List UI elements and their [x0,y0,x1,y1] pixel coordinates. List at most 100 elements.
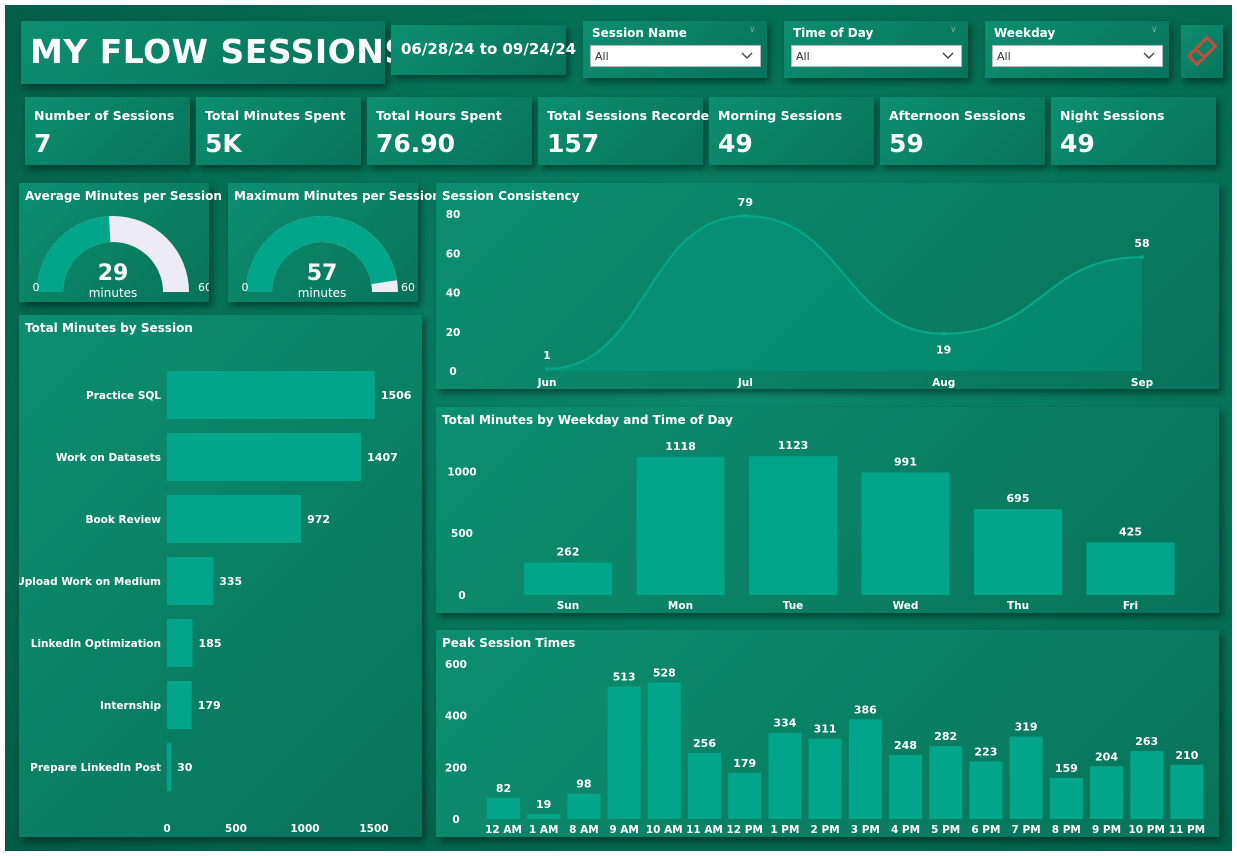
data-label: 98 [576,778,591,791]
data-label: 334 [773,717,796,730]
bar [167,433,362,481]
kpi-label: Total Sessions Recorded [547,108,719,123]
data-label: 19 [536,798,551,811]
data-label: 223 [974,745,997,758]
data-label: 991 [894,456,917,469]
bar [167,681,192,729]
x-tick-label: 4 PM [891,824,920,836]
y-tick-label: 80 [446,209,461,221]
x-tick-label: 1000 [290,823,319,835]
bar [1049,777,1083,819]
x-tick-label: 2 PM [811,824,840,836]
kpi-value: 7 [34,129,52,158]
avg-minutes-gauge-card: Average Minutes per Session 29 minutes 0… [19,183,222,302]
bar [167,495,302,543]
x-tick-label: 0 [163,823,170,835]
time-of-day-dropdown[interactable]: All [791,45,962,67]
data-label: 30 [177,761,193,774]
data-label: 319 [1015,721,1038,734]
slicer-value: All [595,50,609,63]
session-name-dropdown[interactable]: All [590,45,761,67]
category-label: Upload Work on Medium [19,576,161,588]
kpi-label: Total Minutes Spent [205,108,346,123]
kpi-value: 5K [205,129,242,158]
bar [567,793,601,819]
data-label: 513 [613,670,636,683]
x-tick-label: 500 [225,823,247,835]
x-tick-label: 8 PM [1052,824,1081,836]
x-tick-label: 1500 [359,823,388,835]
x-tick-label: 12 PM [726,824,762,836]
eraser-icon [1186,35,1218,67]
x-tick-label: 10 PM [1128,824,1164,836]
x-tick-label: Jun [537,377,557,389]
gauge-unit: minutes [298,286,347,300]
y-tick-label: 600 [445,659,467,671]
bar [647,682,681,819]
bar [167,557,214,605]
chevron-down-icon [741,52,753,59]
max-minutes-gauge-card: Maximum Minutes per Session 57 minutes 0… [228,183,441,302]
bar [636,456,725,595]
y-tick-label: 500 [451,528,473,540]
bar [1090,766,1123,819]
x-tick-label: 11 AM [686,824,723,836]
data-label: 972 [307,513,330,526]
bar [688,752,721,819]
title-card: MY FLOW SESSIONS [21,21,408,84]
kpi-card-minutes: Total Minutes Spent 5K [196,97,361,165]
data-label: 79 [738,196,753,209]
clear-filter-icon[interactable]: ∨ [950,26,960,35]
data-label: 1 [543,349,551,362]
clear-filter-icon[interactable]: ∨ [1151,26,1161,35]
data-label: 179 [733,757,756,770]
category-label: LinkedIn Optimization [31,638,161,650]
y-tick-label: 1000 [447,466,476,478]
data-label: 335 [219,575,242,588]
total-minutes-by-session-card: Total Minutes by Session Practice SQL 150… [19,315,422,837]
kpi-value: 49 [718,129,753,158]
avg-minutes-gauge: 29 minutes 0 60 [33,216,209,300]
y-tick-label: 0 [449,366,456,378]
weekday-dropdown[interactable]: All [992,45,1163,67]
chevron-down-icon [1143,52,1155,59]
y-tick-label: 40 [446,288,461,300]
x-tick-label: Aug [932,377,955,389]
gauge-value: 57 [307,261,338,286]
y-tick-label: 0 [458,590,465,602]
clear-all-filters-button[interactable] [1181,25,1223,78]
x-tick-label: Sep [1131,377,1154,389]
x-tick-label: 11 PM [1169,824,1205,836]
date-range-card: 06/28/24 to 09/24/24 [391,25,576,75]
x-tick-label: 1 PM [770,824,799,836]
session-name-slicer: Session Name ∨ All [583,21,767,78]
area-fill [547,215,1142,371]
clear-filter-icon[interactable]: ∨ [749,26,759,35]
bar [1009,736,1043,819]
total-minutes-by-session-chart: Practice SQL 1506 Work on Datasets 1407 Book… [19,371,412,835]
category-label: Practice SQL [86,390,161,402]
data-label: 58 [1134,237,1149,250]
chevron-down-icon [942,52,954,59]
bar [1170,764,1204,819]
bar [167,743,172,791]
data-label: 1118 [665,440,696,453]
x-tick-label: Sun [557,600,580,612]
kpi-card-recorded: Total Sessions Recorded 157 [538,97,718,165]
date-range: 06/28/24 to 09/24/24 [401,40,577,58]
y-tick-label: 400 [445,711,467,723]
gauge-unit: minutes [89,286,138,300]
bar [167,371,375,419]
x-tick-label: 1 AM [529,824,559,836]
kpi-card-afternoon: Afternoon Sessions 59 [880,97,1045,165]
minutes-by-weekday-card: Total Minutes by Weekday and Time of Day… [436,407,1219,613]
dashboard: MY FLOW SESSIONS 06/28/24 to 09/24/24 Se… [5,5,1232,851]
data-label: 263 [1135,735,1158,748]
data-label: 1506 [381,389,412,402]
x-tick-label: 8 AM [569,824,599,836]
peak-session-times-chart: 82 12 AM 19 1 AM 98 8 AM 513 9 AM 528 10 AM 256 11 … [445,659,1205,836]
kpi-value: 49 [1060,129,1095,158]
bar [929,746,963,819]
y-tick-label: 60 [446,248,461,260]
bar [848,719,882,819]
